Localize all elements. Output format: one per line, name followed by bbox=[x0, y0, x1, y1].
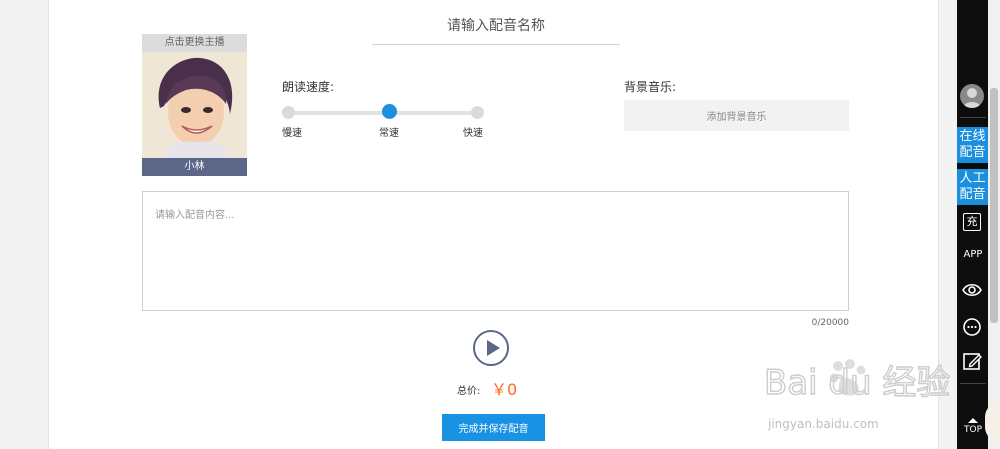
toolbar-divider bbox=[960, 117, 986, 118]
back-to-top-button[interactable]: TOP bbox=[958, 418, 988, 435]
char-count: 0/20000 bbox=[811, 318, 849, 328]
speed-option-normal[interactable]: 常速 bbox=[379, 124, 399, 139]
bgm-label: 背景音乐: bbox=[624, 80, 677, 94]
price-label: 总价: bbox=[457, 386, 481, 397]
anchor-name: 小林 bbox=[142, 158, 247, 176]
dubbing-name-input[interactable] bbox=[372, 8, 620, 45]
edit-icon[interactable] bbox=[961, 350, 983, 372]
eye-icon[interactable] bbox=[961, 279, 983, 301]
watermark-brand: Bai du 经验 bbox=[764, 363, 950, 403]
play-icon[interactable] bbox=[472, 329, 510, 367]
add-bgm-button[interactable]: 添加背景音乐 bbox=[624, 100, 849, 131]
price-value: ￥0 bbox=[491, 380, 518, 399]
manual-dubbing-line2: 配音 bbox=[959, 187, 986, 202]
speed-slider[interactable] bbox=[282, 104, 488, 122]
manual-dubbing-tab[interactable]: 人工 配音 bbox=[957, 169, 988, 205]
online-dubbing-tab[interactable]: 在线 配音 bbox=[957, 127, 988, 163]
app-link[interactable]: APP bbox=[958, 249, 988, 260]
speed-slow-dot[interactable] bbox=[282, 106, 295, 119]
speed-normal-dot[interactable] bbox=[382, 104, 397, 119]
speed-fast-dot[interactable] bbox=[471, 106, 484, 119]
speed-option-fast[interactable]: 快速 bbox=[463, 124, 483, 139]
change-anchor-button[interactable]: 点击更换主播 bbox=[142, 34, 247, 52]
scrollbar-thumb[interactable] bbox=[990, 88, 998, 323]
anchor-avatar bbox=[142, 52, 247, 158]
watermark-url: jingyan.baidu.com bbox=[768, 417, 879, 431]
corner-mascot bbox=[985, 402, 1000, 442]
back-to-top-label: TOP bbox=[963, 425, 982, 435]
user-avatar-icon[interactable] bbox=[960, 84, 984, 108]
online-dubbing-line1: 在线 bbox=[959, 129, 986, 144]
speed-option-slow[interactable]: 慢速 bbox=[282, 124, 302, 139]
dubbing-content-textarea[interactable] bbox=[142, 191, 849, 311]
recharge-icon[interactable]: 充 bbox=[963, 213, 981, 231]
save-dubbing-button[interactable]: 完成并保存配音 bbox=[442, 414, 545, 441]
arrow-up-icon bbox=[968, 418, 978, 423]
online-dubbing-line2: 配音 bbox=[959, 145, 986, 160]
anchor-card[interactable]: 点击更换主播 小林 bbox=[142, 34, 247, 176]
speed-label: 朗读速度: bbox=[282, 80, 335, 94]
manual-dubbing-line1: 人工 bbox=[959, 171, 986, 186]
chat-icon[interactable] bbox=[961, 316, 983, 338]
toolbar-divider-bottom bbox=[960, 383, 986, 384]
